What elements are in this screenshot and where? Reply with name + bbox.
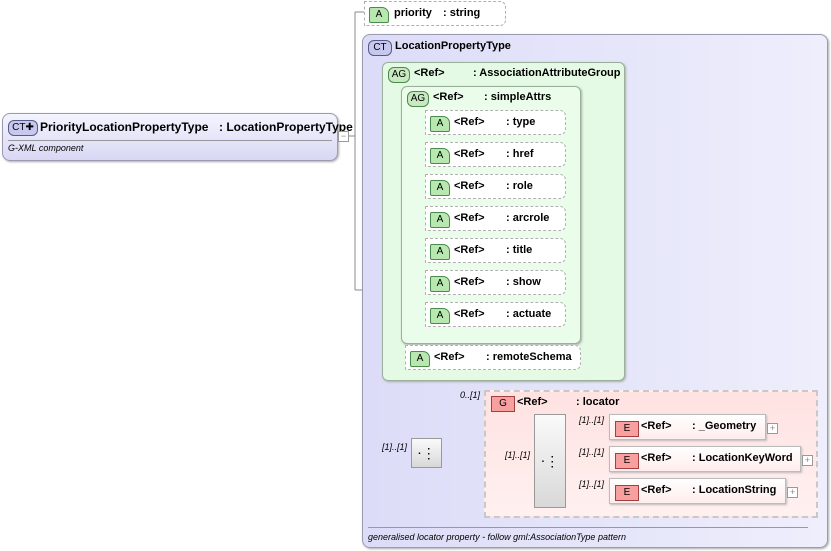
expand-button[interactable]: + <box>787 487 798 498</box>
group-name: : AssociationAttributeGroup <box>473 67 621 79</box>
attribute-name: : arcrole <box>506 212 550 224</box>
attribute-item[interactable]: A <Ref> : actuate <box>425 302 566 327</box>
group-cardinality: 0..[1] <box>460 390 481 400</box>
expand-button[interactable]: + <box>802 455 813 466</box>
element-badge: E <box>615 485 639 501</box>
group-name: : simpleAttrs <box>484 91 552 103</box>
ref-label: <Ref> <box>454 308 485 320</box>
element-name: : LocationString <box>692 484 777 496</box>
root-name: PriorityLocationPropertyType <box>40 120 209 134</box>
collapse-button[interactable]: − <box>338 131 349 142</box>
ref-label: <Ref> <box>454 276 485 288</box>
attribute-priority[interactable]: A priority : string <box>364 1 506 26</box>
element-item[interactable]: E <Ref> : LocationKeyWord <box>609 446 801 472</box>
element-item[interactable]: E <Ref> : _Geometry <box>609 414 766 440</box>
attribute-item[interactable]: A <Ref> : arcrole <box>425 206 566 231</box>
attribute-group-badge: AG <box>407 91 429 107</box>
attribute-group-badge: AG <box>388 67 410 83</box>
root-doc: G-XML component <box>8 143 84 153</box>
attribute-type: : string <box>443 7 481 19</box>
ref-label: <Ref> <box>454 212 485 224</box>
choice-cardinality: [1]..[1] <box>505 450 531 460</box>
sequence-compositor-icon[interactable]: ⋅⋮ <box>411 438 442 468</box>
ref-label: <Ref> <box>641 452 672 464</box>
group-name: : locator <box>576 396 620 408</box>
ref-label: <Ref> <box>641 484 672 496</box>
ref-label: <Ref> <box>454 116 485 128</box>
element-item[interactable]: E <Ref> : LocationString <box>609 478 786 504</box>
attribute-item[interactable]: A <Ref> : href <box>425 142 566 167</box>
attribute-name: : show <box>506 276 541 288</box>
attribute-badge: A <box>430 116 450 132</box>
root-base: : LocationPropertyType <box>219 120 353 134</box>
complex-type-badge: CT✚ <box>8 120 38 136</box>
sequence-cardinality: [1]..[1] <box>382 442 408 452</box>
ref-label: <Ref> <box>641 420 672 432</box>
ref-label: <Ref> <box>454 180 485 192</box>
attribute-badge: A <box>430 244 450 260</box>
attribute-name: : role <box>506 180 533 192</box>
element-cardinality: [1]..[1] <box>579 447 605 457</box>
choice-compositor-icon[interactable]: ⋅⋮ <box>534 414 566 508</box>
attribute-remote-schema[interactable]: A <Ref> : remoteSchema <box>405 345 581 370</box>
element-badge: E <box>615 421 639 437</box>
attribute-name: : remoteSchema <box>486 351 572 363</box>
attribute-name: : actuate <box>506 308 552 320</box>
attribute-name: priority <box>394 7 432 19</box>
ref-label: <Ref> <box>454 148 485 160</box>
expand-button[interactable]: + <box>767 423 778 434</box>
ref-label: <Ref> <box>454 244 485 256</box>
element-name: : LocationKeyWord <box>692 452 793 464</box>
ref-label: <Ref> <box>434 351 465 363</box>
element-cardinality: [1]..[1] <box>579 415 605 425</box>
attribute-name: : title <box>506 244 533 256</box>
attribute-badge: A <box>430 148 450 164</box>
attribute-name: : type <box>506 116 536 128</box>
root-complex-type[interactable]: CT✚ PriorityLocationPropertyType : Locat… <box>2 113 353 161</box>
group-badge: G <box>491 396 515 412</box>
complex-type-doc: generalised locator property - follow gm… <box>368 532 626 542</box>
attribute-badge: A <box>430 276 450 292</box>
attribute-item[interactable]: A <Ref> : title <box>425 238 566 263</box>
complex-type-badge: CT <box>368 40 392 56</box>
ref-label: <Ref> <box>517 396 548 408</box>
attribute-item[interactable]: A <Ref> : type <box>425 110 566 135</box>
attribute-item[interactable]: A <Ref> : show <box>425 270 566 295</box>
attribute-badge: A <box>410 351 430 367</box>
element-cardinality: [1]..[1] <box>579 479 605 489</box>
attribute-badge: A <box>430 212 450 228</box>
element-name: : _Geometry <box>692 420 757 432</box>
attribute-badge: A <box>430 308 450 324</box>
attribute-name: : href <box>506 148 534 160</box>
attribute-badge: A <box>369 7 389 23</box>
complex-type-name: LocationPropertyType <box>395 40 511 52</box>
attribute-badge: A <box>430 180 450 196</box>
ref-label: <Ref> <box>433 91 464 103</box>
element-badge: E <box>615 453 639 469</box>
ref-label: <Ref> <box>414 67 445 79</box>
attribute-item[interactable]: A <Ref> : role <box>425 174 566 199</box>
